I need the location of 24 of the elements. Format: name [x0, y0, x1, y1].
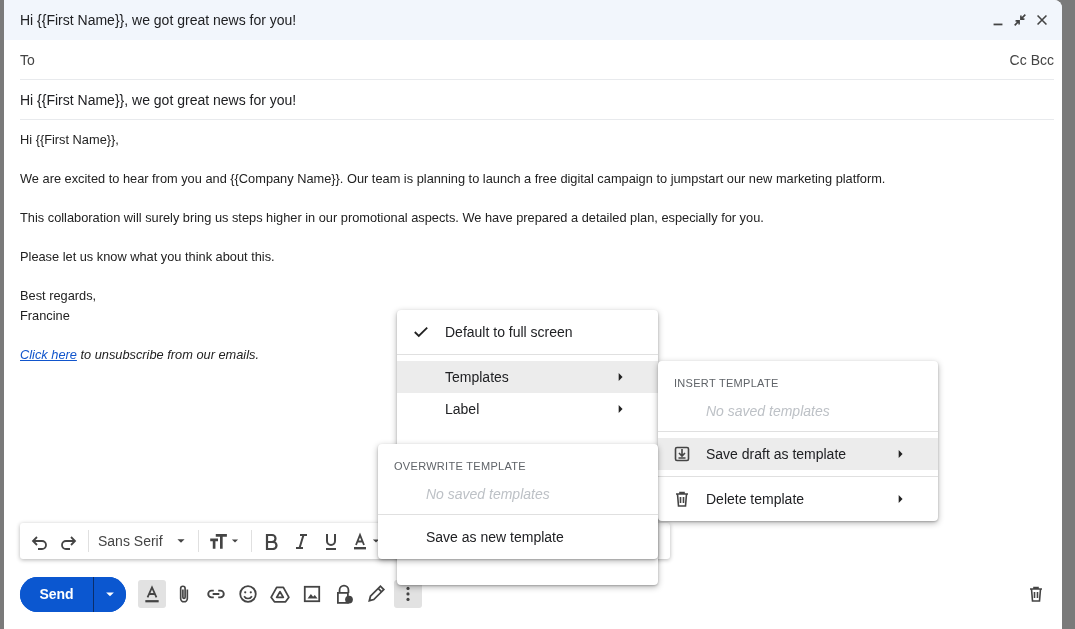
recipient-link[interactable]: Bcc: [1030, 51, 1054, 68]
send-button[interactable]: Send: [20, 576, 94, 612]
menu-item[interactable]: Delete template: [658, 483, 938, 515]
body-paragraph: Please let us know what you think about this.: [20, 248, 276, 266]
subject-field[interactable]: Hi {{First Name}}, we got great news for you!: [20, 91, 297, 108]
menu-item[interactable]: Templates: [397, 361, 658, 393]
font-dropdown[interactable]: Sans Serif: [93, 527, 194, 555]
menu-item[interactable]: Save draft as template: [658, 438, 938, 470]
menu-heading: OVERWRITE TEMPLATE: [394, 460, 526, 472]
menu-item[interactable]: Save as new template: [378, 521, 658, 553]
body-paragraph: We are excited to hear from you and {{Company Name}}. Our team is planning to launch a free digital campaign to jumpstart our new marketing platform.: [20, 170, 887, 188]
menu-heading: INSERT TEMPLATE: [674, 377, 779, 389]
recipient-link[interactable]: Cc: [1009, 51, 1027, 68]
body-paragraph: Hi {{First Name}},: [20, 131, 120, 149]
window-title: Hi {{First Name}}, we got great news for you!: [20, 12, 298, 28]
body-paragraph: This collaboration will surely bring us steps higher in our promotional aspects. We have prepared a detailed plan, especially for you.: [20, 209, 765, 227]
empty-note: No saved templates: [426, 486, 550, 502]
menu-item[interactable]: Label: [397, 393, 658, 425]
unsubscribe-text: to unsubscribe from our emails.: [80, 346, 259, 362]
unsubscribe-link[interactable]: Click here: [20, 346, 77, 362]
to-field[interactable]: To: [20, 51, 1010, 68]
body-paragraph: Best regards, Francine: [20, 287, 98, 325]
empty-note: No saved templates: [706, 403, 830, 419]
menu-item[interactable]: Default to full screen: [397, 316, 658, 348]
